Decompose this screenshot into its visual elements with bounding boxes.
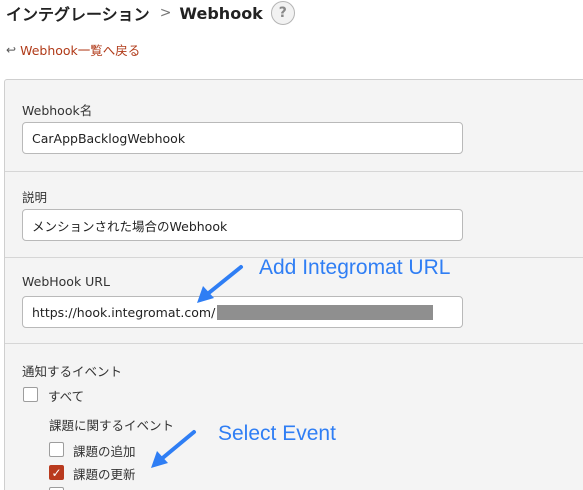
issue-update-checkbox[interactable]: ✓ bbox=[49, 465, 64, 480]
annotation-arrow-icon bbox=[197, 265, 243, 303]
page-title: Webhook bbox=[179, 3, 263, 23]
breadcrumb-parent[interactable]: インテグレーション bbox=[6, 1, 150, 25]
checkmark-icon: ✓ bbox=[51, 465, 62, 480]
breadcrumb-separator: > bbox=[159, 5, 172, 21]
back-arrow-icon: ↩ bbox=[6, 42, 17, 57]
events-label: 通知するイベント bbox=[22, 364, 123, 379]
all-events-checkbox[interactable] bbox=[23, 387, 38, 402]
add-url-annotation: Add Integromat URL bbox=[259, 256, 451, 279]
description-input[interactable]: メンションされた場合のWebhook bbox=[22, 209, 463, 241]
webhook-url-value: https://hook.integromat.com/ bbox=[32, 304, 216, 320]
all-events-label: すべて bbox=[48, 389, 85, 404]
description-label: 説明 bbox=[22, 190, 48, 205]
back-to-webhook-list-link[interactable]: ↩ Webhook一覧へ戻る bbox=[6, 40, 140, 59]
webhook-name-label: Webhook名 bbox=[22, 103, 93, 118]
webhook-name-input[interactable]: CarAppBacklogWebhook bbox=[22, 122, 463, 154]
issue-add-checkbox[interactable] bbox=[49, 442, 64, 457]
redacted-url-block bbox=[217, 304, 434, 320]
webhook-url-label: WebHook URL bbox=[22, 274, 110, 289]
annotation-arrow-icon bbox=[151, 430, 196, 468]
divider bbox=[5, 171, 583, 172]
back-link-label: Webhook一覧へ戻る bbox=[20, 43, 141, 58]
breadcrumb: インテグレーション > Webhook ? bbox=[6, 1, 295, 25]
help-icon[interactable]: ? bbox=[270, 1, 295, 25]
issue-update-label: 課題の更新 bbox=[73, 467, 136, 482]
divider bbox=[5, 343, 583, 344]
issue-add-label: 課題の追加 bbox=[73, 444, 136, 459]
select-event-annotation: Select Event bbox=[218, 422, 336, 445]
